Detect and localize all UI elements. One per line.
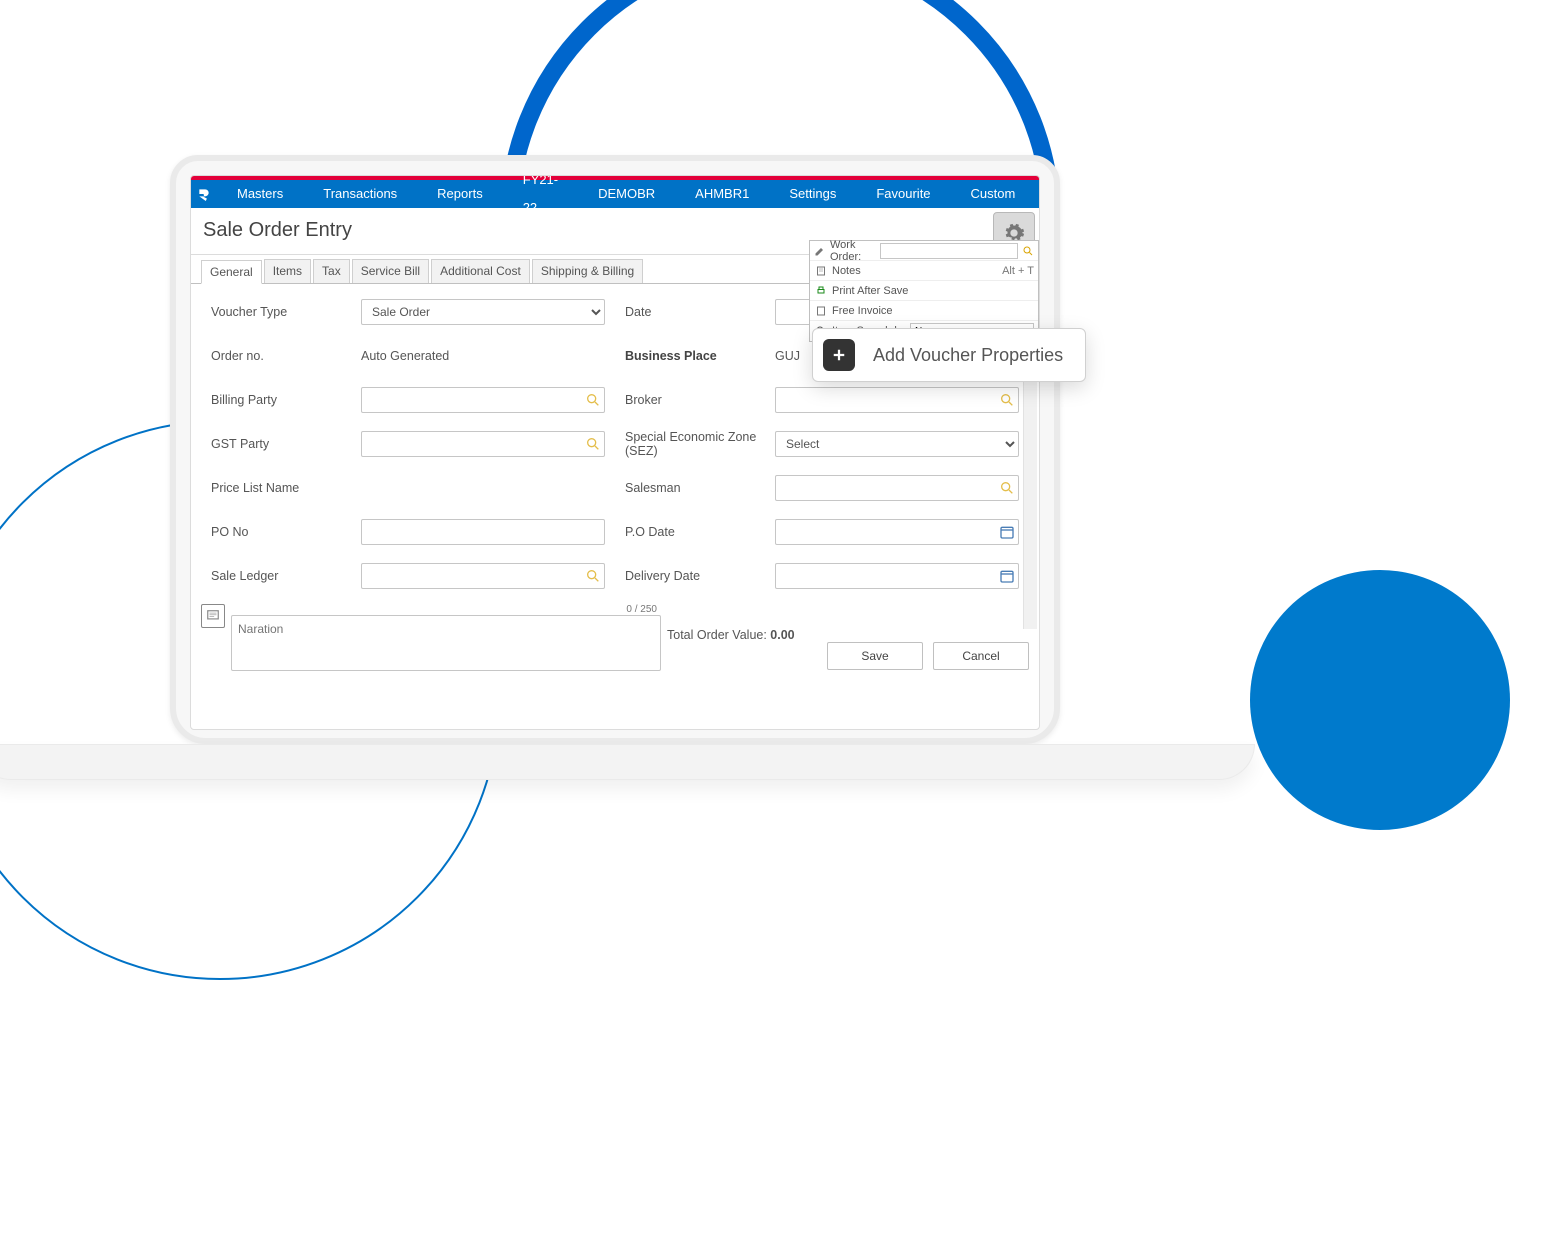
po-no-input[interactable] [361,519,605,545]
tab-shipping-billing[interactable]: Shipping & Billing [532,259,643,283]
narration-counter: 0 / 250 [231,604,661,615]
magnifier-icon[interactable] [999,392,1015,408]
total-order-value: 0.00 [770,628,794,642]
calendar-icon[interactable] [999,568,1015,584]
business-place-label: Business Place [625,349,775,363]
billing-party-label: Billing Party [211,393,361,407]
pencil-icon [814,244,826,258]
menu-settings[interactable]: Settings [769,180,856,208]
voucher-type-label: Voucher Type [211,305,361,319]
menu-custom[interactable]: Custom [951,180,1036,208]
magnifier-icon[interactable] [585,568,601,584]
billing-party-input[interactable] [361,387,605,413]
callout-add-voucher-properties: Add Voucher Properties [812,328,1086,382]
magnifier-icon[interactable] [585,392,601,408]
laptop-base [0,744,1255,780]
narration-icon [201,604,225,628]
decor-circle-right [1250,570,1510,830]
gear-panel: Work Order: Notes Alt + T Print After Sa… [809,240,1039,342]
save-button[interactable]: Save [827,642,923,670]
notes-row[interactable]: Notes Alt + T [810,261,1038,281]
print-after-save-label: Print After Save [832,285,908,297]
free-invoice-label: Free Invoice [832,305,893,317]
order-no-value: Auto Generated [361,349,605,363]
magnifier-icon[interactable] [1022,244,1034,258]
po-date-input[interactable] [775,519,1019,545]
printer-icon [814,284,828,298]
work-order-input[interactable] [880,243,1018,259]
calendar-icon[interactable] [999,524,1015,540]
po-date-label: P.O Date [625,525,775,539]
menu-masters[interactable]: Masters [217,180,303,208]
broker-label: Broker [625,393,775,407]
menu-admin[interactable]: Admin [1035,180,1040,208]
delivery-date-input[interactable] [775,563,1019,589]
sez-label: Special Economic Zone (SEZ) [625,430,775,458]
gst-party-label: GST Party [211,437,361,451]
tab-additional-cost[interactable]: Additional Cost [431,259,530,283]
footer: 0 / 250 Total Order Value: 0.00 Save Can… [191,598,1039,686]
notes-shortcut: Alt + T [1002,265,1034,277]
menubar: Masters Transactions Reports FY21-22 DEM… [191,180,1039,208]
magnifier-icon[interactable] [585,436,601,452]
tab-service-bill[interactable]: Service Bill [352,259,429,283]
order-no-label: Order no. [211,349,361,363]
cancel-button[interactable]: Cancel [933,642,1029,670]
menu-demobr[interactable]: DEMOBR [578,180,675,208]
sez-select[interactable]: Select [775,431,1019,457]
callout-text: Add Voucher Properties [873,345,1063,366]
tab-general[interactable]: General [201,260,262,284]
menu-transactions[interactable]: Transactions [303,180,417,208]
menu-reports[interactable]: Reports [417,180,503,208]
tab-tax[interactable]: Tax [313,259,350,283]
broker-input[interactable] [775,387,1019,413]
plus-icon [823,339,855,371]
delivery-date-label: Delivery Date [625,569,775,583]
laptop-frame: Masters Transactions Reports FY21-22 DEM… [170,155,1060,744]
free-invoice-row[interactable]: Free Invoice [810,301,1038,321]
app-logo-icon [197,181,211,207]
salesman-label: Salesman [625,481,775,495]
total-order-label: Total Order Value: [667,628,770,642]
voucher-type-select[interactable]: Sale Order [361,299,605,325]
notes-label: Notes [832,265,861,277]
price-list-label: Price List Name [211,481,361,495]
narration-textarea[interactable] [231,615,661,671]
magnifier-icon[interactable] [999,480,1015,496]
print-after-save-row[interactable]: Print After Save [810,281,1038,301]
work-order-label: Work Order: [830,239,876,263]
po-no-label: PO No [211,525,361,539]
notes-icon [814,264,828,278]
sale-ledger-input[interactable] [361,563,605,589]
salesman-input[interactable] [775,475,1019,501]
invoice-icon [814,304,828,318]
gst-party-input[interactable] [361,431,605,457]
tab-items[interactable]: Items [264,259,311,283]
menu-favourite[interactable]: Favourite [856,180,950,208]
date-label: Date [625,305,775,319]
menu-ahmbr1[interactable]: AHMBR1 [675,180,769,208]
sale-ledger-label: Sale Ledger [211,569,361,583]
